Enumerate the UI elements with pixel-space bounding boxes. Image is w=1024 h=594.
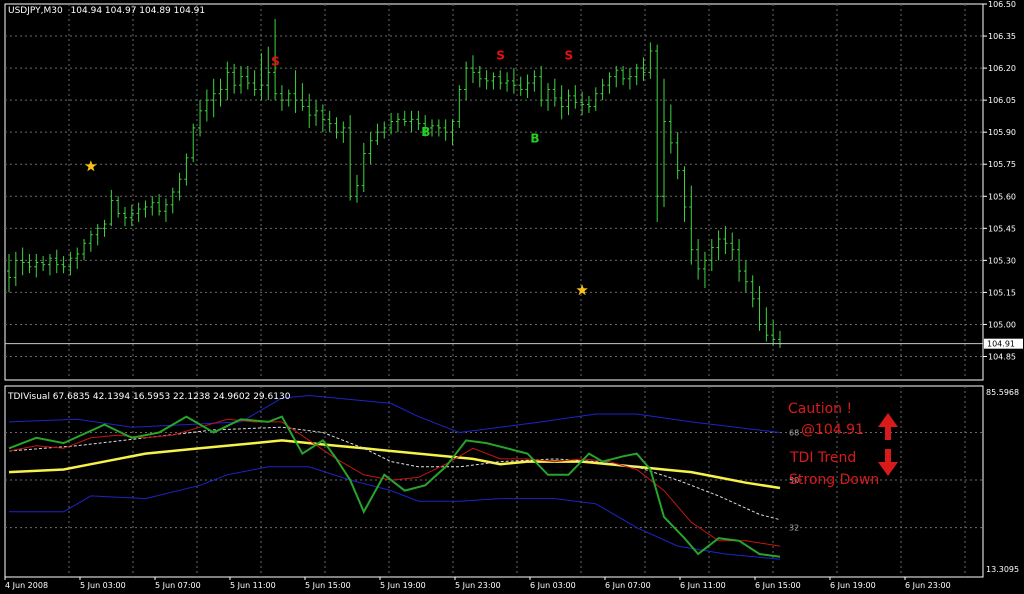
price-tick-label: 106.35: [988, 32, 1016, 41]
level-label: 32: [789, 524, 799, 533]
time-tick-label: 5 Jun 15:00: [305, 581, 351, 590]
time-tick-label: 6 Jun 23:00: [905, 581, 951, 590]
time-tick-label: 6 Jun 15:00: [755, 581, 801, 590]
indicator-max-label: 85.5968: [986, 388, 1019, 397]
sell-signal: S: [496, 48, 505, 62]
price-tick-label: 105.45: [988, 224, 1016, 233]
alert-strength: Strong Down: [789, 472, 879, 488]
price-tick-label: 104.85: [988, 353, 1016, 362]
price-tick-label: 105.15: [988, 288, 1016, 297]
time-tick-label: 6 Jun 19:00: [830, 581, 876, 590]
level-label: 68: [789, 428, 799, 437]
buy-signal: B: [530, 132, 539, 146]
time-tick-label: 6 Jun 03:00: [530, 581, 576, 590]
time-tick-label: 6 Jun 07:00: [605, 581, 651, 590]
price-tick-label: 105.30: [988, 256, 1016, 265]
price-tick-label: 105.00: [988, 320, 1016, 329]
time-tick-label: 5 Jun 07:00: [155, 581, 201, 590]
price-tick-label: 105.75: [988, 160, 1016, 169]
sell-signal: S: [271, 55, 280, 69]
alert-trend: TDI Trend: [789, 450, 856, 466]
time-tick-label: 5 Jun 11:00: [230, 581, 276, 590]
price-tick-label: 106.50: [988, 0, 1016, 9]
indicator-min-label: 13.3095: [986, 565, 1019, 574]
alert-caution: Caution !: [788, 401, 852, 417]
buy-signal: B: [421, 125, 430, 139]
price-tick-label: 106.05: [988, 96, 1016, 105]
main-chart-title: USDJPY,M30 104.94 104.97 104.89 104.91: [8, 6, 205, 16]
alert-price: @104.91: [801, 422, 864, 438]
background: [0, 0, 1024, 594]
price-tick-label: 106.20: [988, 64, 1016, 73]
time-tick-label: 5 Jun 03:00: [80, 581, 126, 590]
chart-root: 106.50 106.35 106.20 106.05 105.90 105.75 105.…: [0, 0, 1024, 594]
time-tick-label: 4 Jun 2008: [5, 581, 48, 590]
price-tick-label: 105.90: [988, 128, 1016, 137]
indicator-title: TDIVisual 67.6835 42.1394 16.5953 22.123…: [7, 392, 291, 402]
time-tick-label: 6 Jun 11:00: [680, 581, 726, 590]
time-tick-label: 5 Jun 23:00: [455, 581, 501, 590]
price-tick-label: 105.60: [988, 192, 1016, 201]
time-tick-label: 5 Jun 19:00: [380, 581, 426, 590]
sell-signal: S: [564, 48, 573, 62]
current-price-label: 104.91: [987, 340, 1015, 349]
